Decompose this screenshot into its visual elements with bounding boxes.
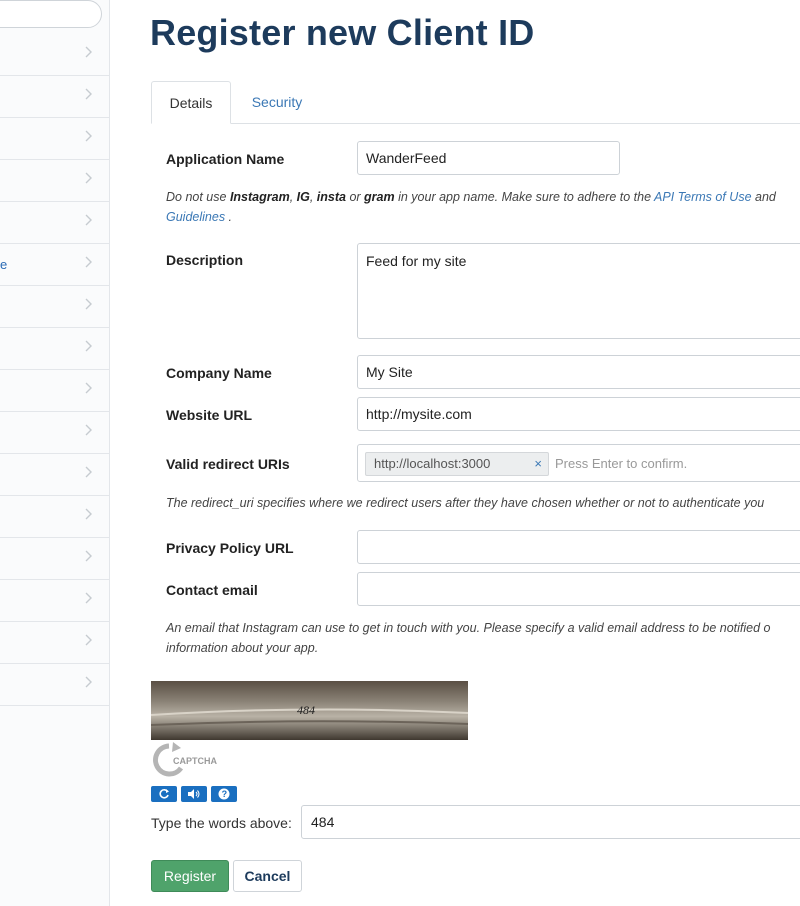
sidebar-search-input[interactable] — [0, 0, 102, 28]
sidebar-item-label: e — [0, 257, 8, 272]
register-button[interactable]: Register — [151, 860, 229, 892]
chevron-right-icon — [81, 254, 97, 270]
sidebar-item[interactable] — [0, 286, 109, 328]
redirect-placeholder: Press Enter to confirm. — [555, 456, 688, 471]
chevron-right-icon — [81, 296, 97, 312]
redirect-label: Valid redirect URIs — [166, 456, 290, 472]
sidebar-item[interactable] — [0, 622, 109, 664]
app-name-help: Do not use Instagram, IG, insta or gram … — [166, 190, 776, 204]
sidebar-item[interactable] — [0, 76, 109, 118]
sidebar-item[interactable]: e — [0, 244, 109, 286]
chevron-right-icon — [81, 422, 97, 438]
chevron-right-icon — [81, 86, 97, 102]
website-input[interactable]: http://mysite.com — [357, 397, 800, 431]
privacy-input[interactable] — [357, 530, 800, 564]
sidebar-item[interactable] — [0, 118, 109, 160]
chevron-right-icon — [81, 212, 97, 228]
chevron-right-icon — [81, 170, 97, 186]
chevron-right-icon — [81, 506, 97, 522]
sidebar-item[interactable] — [0, 412, 109, 454]
chevron-right-icon — [81, 464, 97, 480]
contact-help-1: An email that Instagram can use to get i… — [166, 621, 771, 635]
chevron-right-icon — [81, 548, 97, 564]
chevron-right-icon — [81, 632, 97, 648]
redirect-uri-tag: http://localhost:3000 × — [365, 452, 549, 476]
remove-tag-icon[interactable]: × — [534, 453, 542, 475]
tab-security[interactable]: Security — [232, 81, 322, 124]
contact-input[interactable] — [357, 572, 800, 606]
captcha-refresh-button[interactable] — [151, 786, 177, 802]
api-terms-link[interactable]: API Terms of Use — [654, 190, 752, 204]
sidebar-item[interactable] — [0, 496, 109, 538]
contact-help-2: information about your app. — [166, 641, 319, 655]
sidebar-item[interactable] — [0, 202, 109, 244]
chevron-right-icon — [81, 44, 97, 60]
cancel-button[interactable]: Cancel — [233, 860, 302, 892]
captcha-type-label: Type the words above: — [151, 815, 292, 831]
app-name-help-cont: Guidelines . — [166, 210, 233, 224]
captcha-audio-button[interactable] — [181, 786, 207, 802]
speaker-icon — [188, 789, 200, 799]
chevron-right-icon — [81, 590, 97, 606]
app-name-label: Application Name — [166, 151, 285, 167]
chevron-right-icon — [81, 674, 97, 690]
website-label: Website URL — [166, 407, 253, 423]
chevron-right-icon — [81, 380, 97, 396]
sidebar-item[interactable] — [0, 160, 109, 202]
tab-details[interactable]: Details — [151, 81, 231, 124]
captcha-image-text: 484 — [297, 703, 315, 717]
sidebar: e — [0, 0, 110, 906]
sidebar-item[interactable] — [0, 580, 109, 622]
redirect-uri-tag-text: http://localhost:3000 — [374, 456, 491, 471]
company-label: Company Name — [166, 365, 272, 381]
captcha-help-button[interactable]: ? — [211, 786, 237, 802]
sidebar-item[interactable] — [0, 34, 109, 76]
company-input[interactable]: My Site — [357, 355, 800, 389]
chevron-right-icon — [81, 338, 97, 354]
help-icon: ? — [218, 788, 230, 800]
sidebar-item[interactable] — [0, 454, 109, 496]
description-textarea[interactable]: Feed for my site — [357, 243, 800, 339]
page-title: Register new Client ID — [150, 12, 535, 53]
redirect-help: The redirect_uri specifies where we redi… — [166, 496, 765, 510]
sidebar-item[interactable] — [0, 328, 109, 370]
chevron-right-icon — [81, 128, 97, 144]
captcha-input[interactable]: 484 — [301, 805, 800, 839]
app-name-input[interactable]: WanderFeed — [357, 141, 620, 175]
svg-text:CAPTCHA: CAPTCHA — [173, 756, 217, 766]
redirect-uris-input[interactable]: http://localhost:3000 × Press Enter to c… — [357, 444, 800, 482]
svg-text:?: ? — [222, 789, 228, 799]
refresh-icon — [159, 789, 169, 799]
sidebar-item[interactable] — [0, 370, 109, 412]
privacy-label: Privacy Policy URL — [166, 540, 294, 556]
contact-label: Contact email — [166, 582, 258, 598]
sidebar-item[interactable] — [0, 664, 109, 706]
recaptcha-logo: CAPTCHA — [151, 742, 231, 778]
description-label: Description — [166, 252, 244, 268]
guidelines-link[interactable]: Guidelines — [166, 210, 225, 224]
sidebar-item[interactable] — [0, 538, 109, 580]
captcha-image: 484 — [151, 681, 468, 740]
